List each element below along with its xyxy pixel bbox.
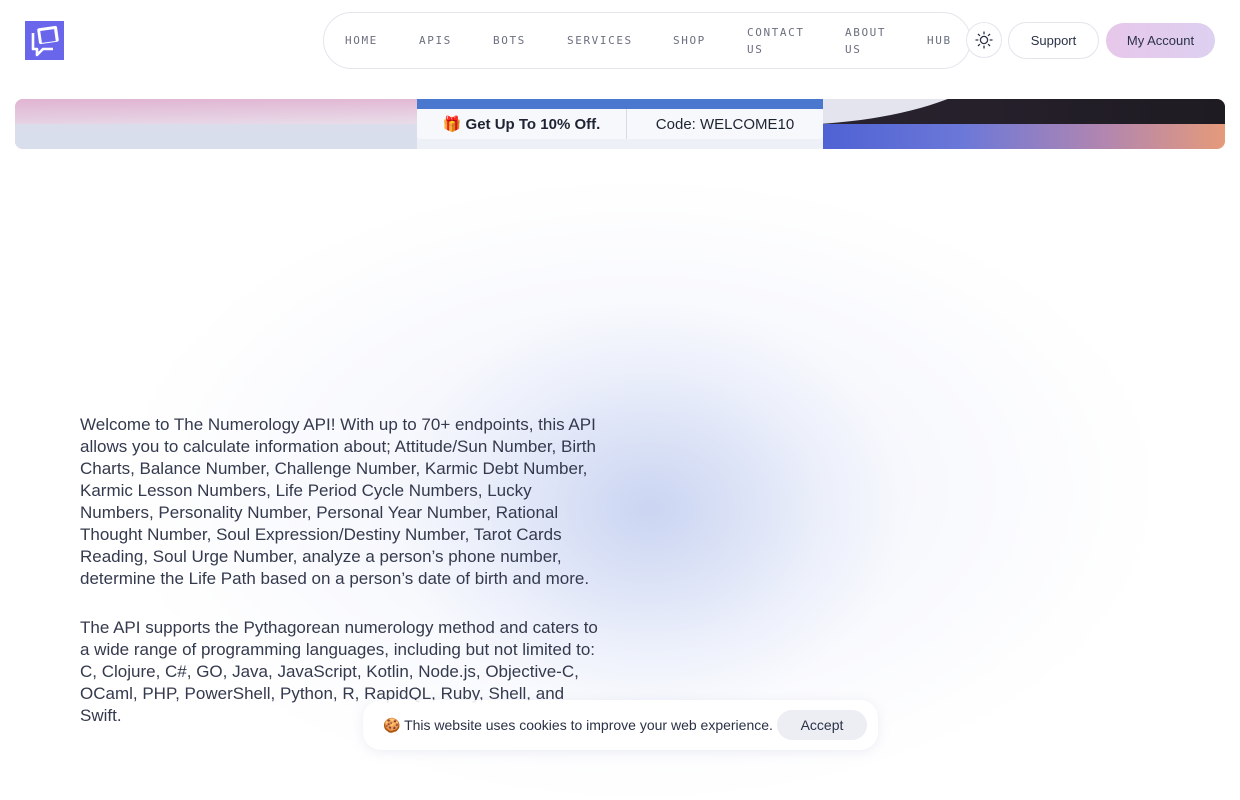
promo-code[interactable]: Code: WELCOME10 bbox=[627, 109, 823, 139]
my-account-button[interactable]: My Account bbox=[1106, 23, 1215, 58]
promo-offer: 🎁 Get Up To 10% Off. bbox=[417, 109, 627, 139]
intro-paragraph-1: Welcome to The Numerology API! With up t… bbox=[80, 415, 596, 588]
nav-item-hub[interactable]: HUB bbox=[927, 32, 967, 49]
nav-item-shop[interactable]: SHOP bbox=[673, 32, 747, 49]
sun-icon bbox=[975, 31, 993, 49]
support-button[interactable]: Support bbox=[1008, 22, 1099, 59]
nav-item-contact-us[interactable]: CONTACT US bbox=[747, 24, 845, 58]
chat-bubble-logo-icon bbox=[25, 21, 64, 60]
cookie-text: 🍪 This website uses cookies to improve y… bbox=[383, 716, 773, 733]
nav-item-bots[interactable]: BOTS bbox=[493, 32, 567, 49]
nav-item-about-us[interactable]: ABOUT US bbox=[845, 24, 927, 58]
nav-item-services[interactable]: SERVICES bbox=[567, 32, 673, 49]
nav-item-home[interactable]: HOME bbox=[345, 32, 419, 49]
logo[interactable] bbox=[25, 21, 64, 60]
theme-toggle-button[interactable] bbox=[966, 22, 1002, 58]
main-nav: HOME APIS BOTS SERVICES SHOP CONTACT US … bbox=[323, 12, 971, 69]
nav-item-apis[interactable]: APIS bbox=[419, 32, 493, 49]
cookie-banner: 🍪 This website uses cookies to improve y… bbox=[363, 700, 878, 750]
cookie-accept-button[interactable]: Accept bbox=[777, 710, 867, 740]
banner-right-decoration bbox=[823, 99, 1225, 149]
promo-banner: 🎁 Get Up To 10% Off. Code: WELCOME10 bbox=[15, 99, 1225, 149]
banner-left-decoration bbox=[15, 99, 417, 149]
promo-box[interactable]: 🎁 Get Up To 10% Off. Code: WELCOME10 bbox=[417, 109, 823, 139]
